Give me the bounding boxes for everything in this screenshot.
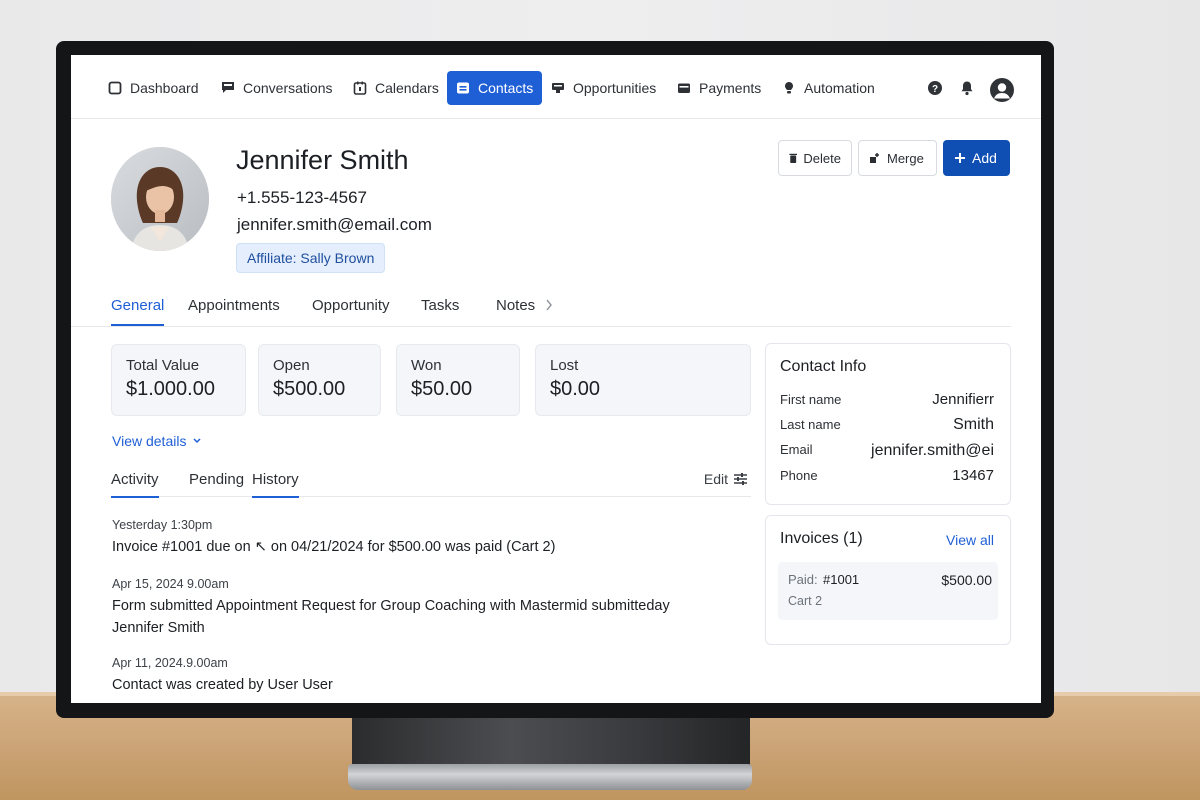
invoice-number: #1001 bbox=[823, 572, 860, 587]
activity-time: Apr 11, 2024.9.00am bbox=[112, 656, 228, 670]
contact-info-panel: Contact Info First name Jennifierr Last … bbox=[765, 343, 1011, 505]
contacts-icon bbox=[457, 82, 469, 94]
subtab-history[interactable]: History bbox=[252, 471, 299, 498]
stat-label: Lost bbox=[550, 357, 579, 374]
nav-item-payments[interactable]: Payments bbox=[668, 71, 770, 105]
nav-item-conversations[interactable]: Conversations bbox=[212, 71, 342, 105]
merge-label: Merge bbox=[887, 150, 924, 166]
calendar-icon bbox=[353, 81, 367, 95]
activity-time: Apr 15, 2024 9.00am bbox=[112, 577, 229, 591]
contact-info-title: Contact Info bbox=[780, 358, 867, 375]
invoice-cart: Cart 2 bbox=[788, 594, 823, 608]
stat-open: Open $500.00 bbox=[258, 344, 381, 416]
nav-label: Contacts bbox=[478, 80, 534, 96]
nav-label: Payments bbox=[699, 80, 762, 96]
field-value: Smith bbox=[953, 416, 994, 433]
trash-icon bbox=[789, 153, 798, 164]
field-value: jennifer.smith@ei bbox=[871, 442, 994, 459]
user-silhouette-icon bbox=[994, 83, 1010, 99]
tab-opportunity[interactable]: Opportunity bbox=[312, 297, 390, 324]
stat-value: $500.00 bbox=[273, 378, 346, 400]
edit-button[interactable]: Edit bbox=[704, 471, 747, 487]
add-label: Add bbox=[972, 150, 997, 166]
field-value: 13467 bbox=[952, 467, 994, 484]
stat-label: Won bbox=[411, 357, 442, 374]
tab-appointments[interactable]: Appointments bbox=[188, 297, 280, 324]
edit-label: Edit bbox=[703, 471, 728, 487]
nav-item-dashboard[interactable]: Dashboard bbox=[99, 71, 208, 105]
nav-label: Calendars bbox=[375, 80, 439, 96]
tab-general[interactable]: General bbox=[111, 297, 165, 326]
contact-email[interactable]: jennifer.smith@email.com bbox=[237, 215, 432, 235]
nav-label: Conversations bbox=[243, 80, 333, 96]
plus-icon bbox=[955, 153, 965, 163]
chat-icon bbox=[222, 82, 234, 93]
activity-text: Form submitted Appointment Request for G… bbox=[112, 598, 670, 636]
stat-lost: Lost $0.00 bbox=[535, 344, 751, 416]
opportunities-icon bbox=[552, 83, 564, 93]
subtab-pending[interactable]: Pending bbox=[189, 471, 244, 496]
nav-item-opportunities[interactable]: Opportunities bbox=[542, 71, 665, 105]
tab-notes[interactable]: Notes bbox=[496, 297, 553, 324]
help-icon[interactable]: ? bbox=[927, 80, 943, 96]
invoice-status: Paid: bbox=[788, 572, 818, 587]
stat-value: $50.00 bbox=[411, 378, 473, 400]
stat-value: $0.00 bbox=[550, 378, 601, 400]
sliders-icon bbox=[734, 473, 747, 485]
wallet-icon bbox=[678, 83, 690, 93]
nav-item-calendars[interactable]: Calendars bbox=[344, 71, 448, 105]
user-avatar-icon[interactable] bbox=[990, 78, 1014, 102]
invoice-row[interactable]: Paid: #1001 $500.00 Cart 2 bbox=[778, 562, 998, 620]
subtab-activity[interactable]: Activity bbox=[111, 471, 159, 498]
field-label: First name bbox=[780, 392, 842, 407]
view-details-label: View details bbox=[112, 433, 187, 449]
merge-button[interactable]: Merge bbox=[858, 140, 937, 176]
merge-icon bbox=[870, 153, 879, 163]
activity-text: Invoice #1001 due on ↖ on 04/21/2024 for… bbox=[112, 539, 556, 555]
top-nav: Dashboard Conversations Calendars Contac… bbox=[71, 55, 1041, 119]
crm-screen: Dashboard Conversations Calendars Contac… bbox=[71, 55, 1041, 703]
field-label: Email bbox=[780, 442, 813, 457]
field-label: Last name bbox=[780, 417, 841, 432]
chevron-down-icon bbox=[193, 438, 201, 444]
monitor-stand bbox=[352, 712, 750, 772]
invoices-panel: Invoices (1) View all Paid: #1001 $500.0… bbox=[765, 515, 1011, 645]
chevron-right-icon bbox=[546, 299, 553, 311]
delete-label: Delete bbox=[803, 150, 841, 166]
contact-name: Jennifer Smith bbox=[236, 145, 409, 175]
invoices-title: Invoices (1) bbox=[780, 530, 863, 547]
svg-text:?: ? bbox=[932, 84, 938, 95]
contact-phone[interactable]: +1.555-123-4567 bbox=[237, 188, 367, 208]
invoice-amount: $500.00 bbox=[941, 572, 992, 588]
activity-text: Contact was created by User User bbox=[112, 677, 333, 693]
contact-photo bbox=[111, 147, 209, 251]
monitor-base bbox=[348, 764, 752, 790]
automation-icon bbox=[785, 82, 793, 94]
dashboard-icon bbox=[108, 81, 122, 95]
stat-total-value: Total Value $1.000.00 bbox=[111, 344, 246, 416]
nav-item-contacts[interactable]: Contacts bbox=[447, 71, 543, 105]
stat-label: Total Value bbox=[126, 357, 200, 374]
view-details-link[interactable]: View details bbox=[112, 433, 201, 449]
nav-label: Opportunities bbox=[573, 80, 657, 96]
contact-tabs: General Appointments Opportunity Tasks N… bbox=[71, 291, 1011, 327]
stat-label: Open bbox=[273, 357, 310, 374]
add-button[interactable]: Add bbox=[943, 140, 1010, 176]
contact-portrait bbox=[111, 147, 209, 251]
delete-button[interactable]: Delete bbox=[778, 140, 852, 176]
stat-value: $1.000.00 bbox=[126, 378, 215, 400]
field-value: Jennifierr bbox=[932, 391, 994, 408]
view-all-link[interactable]: View all bbox=[946, 532, 994, 548]
nav-item-automation[interactable]: Automation bbox=[773, 71, 884, 105]
nav-label: Automation bbox=[804, 80, 875, 96]
tab-notes-label: Notes bbox=[496, 297, 536, 314]
tab-tasks[interactable]: Tasks bbox=[421, 297, 459, 324]
nav-label: Dashboard bbox=[130, 80, 199, 96]
field-label: Phone bbox=[780, 468, 818, 483]
activity-subtabs: Activity Pending History Edit bbox=[111, 459, 751, 498]
bell-icon[interactable] bbox=[959, 80, 975, 96]
affiliate-badge[interactable]: Affiliate: Sally Brown bbox=[236, 243, 386, 273]
stat-won: Won $50.00 bbox=[396, 344, 520, 416]
activity-time: Yesterday 1:30pm bbox=[112, 518, 213, 532]
